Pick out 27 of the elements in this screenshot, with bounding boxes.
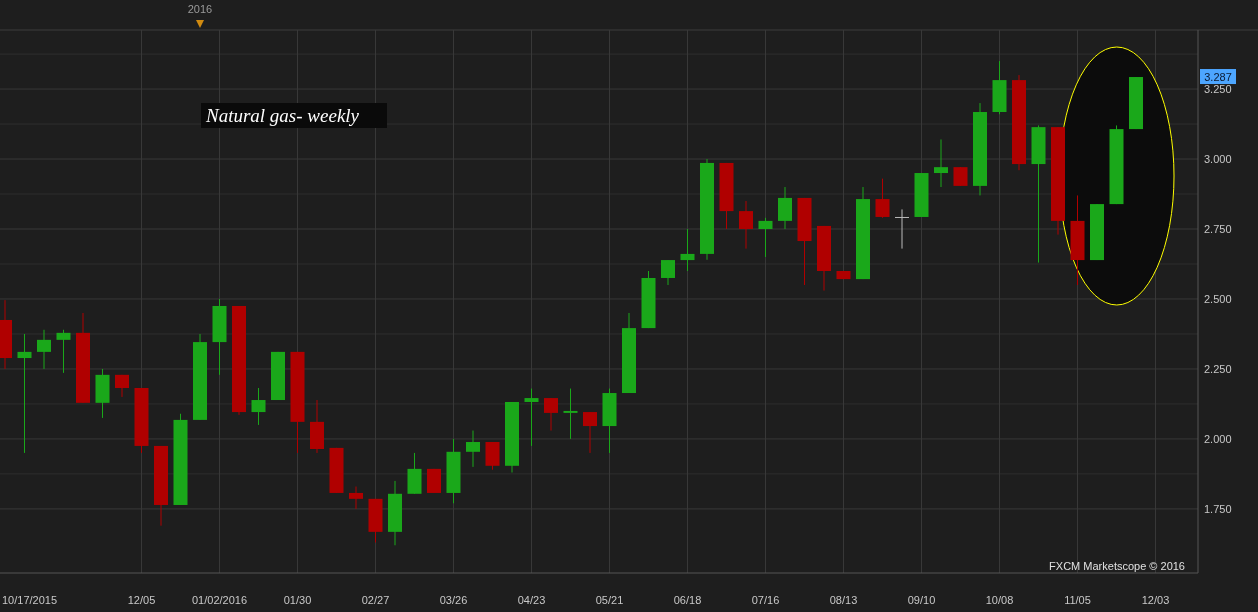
- axis-label: 12/05: [127, 594, 156, 606]
- axis-label: 08/13: [829, 594, 858, 606]
- marker-triangle-icon: [196, 20, 204, 28]
- axis-label: 2.250: [1204, 362, 1232, 375]
- axis-label: 2.750: [1204, 223, 1232, 235]
- axis-label: 06/18: [673, 594, 702, 606]
- axis-label: 1.750: [1204, 502, 1232, 515]
- axis-label: 03/26: [439, 594, 468, 606]
- credit-label: FXCM Marketscope © 2016: [1049, 560, 1185, 572]
- axis-label: 10/08: [985, 594, 1014, 606]
- axis-label: 10/17/2015: [2, 594, 58, 606]
- axis-label: 12/03: [1141, 594, 1170, 606]
- axis-label: 09/10: [907, 594, 936, 606]
- axis-label: 01/30: [283, 594, 312, 606]
- chart-title: Natural gas- weekly: [201, 103, 387, 128]
- axis-label: 05/21: [595, 594, 624, 606]
- price-tag: 3.287: [1200, 69, 1236, 84]
- axis-label: 01/02/2016: [191, 594, 248, 606]
- axis-label: 07/16: [751, 594, 780, 606]
- axis-label: 2.000: [1204, 432, 1232, 445]
- axis-label: 2.500: [1204, 293, 1232, 305]
- axis-label: 11/05: [1064, 594, 1091, 606]
- axis-label: 04/23: [517, 594, 546, 606]
- axis-label: 3.000: [1204, 153, 1232, 166]
- axis-label: 3.250: [1204, 83, 1232, 96]
- axis-label: 02/27: [361, 594, 390, 606]
- year-marker-label: 2016: [187, 3, 213, 15]
